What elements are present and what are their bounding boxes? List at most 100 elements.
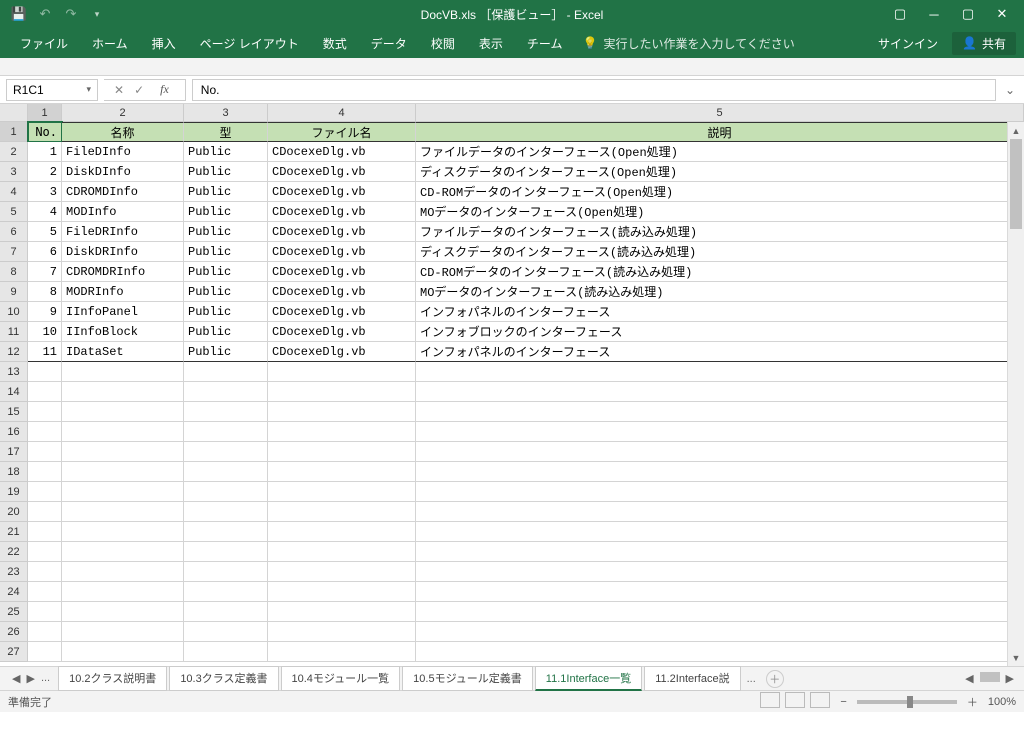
cell[interactable] xyxy=(62,482,184,502)
cell[interactable]: 4 xyxy=(28,202,62,222)
view-normal-icon[interactable] xyxy=(760,692,780,708)
cell[interactable] xyxy=(268,482,416,502)
cell[interactable]: CDocexeDlg.vb xyxy=(268,142,416,162)
cell[interactable]: 5 xyxy=(28,222,62,242)
hscroll-right-icon[interactable]: ▶ xyxy=(1006,672,1014,685)
hscroll-left-icon[interactable]: ◀ xyxy=(965,672,973,685)
cell[interactable] xyxy=(62,462,184,482)
chevron-down-icon[interactable]: ▾ xyxy=(86,84,91,95)
cell[interactable] xyxy=(416,362,1024,382)
save-icon[interactable]: 💾 xyxy=(10,5,28,23)
cell[interactable] xyxy=(268,462,416,482)
cell[interactable] xyxy=(416,502,1024,522)
cell[interactable] xyxy=(184,482,268,502)
cell[interactable]: 型 xyxy=(184,122,268,142)
tab-review[interactable]: 校閲 xyxy=(419,28,467,58)
row-header[interactable]: 6 xyxy=(0,222,28,242)
cell[interactable] xyxy=(268,362,416,382)
cell[interactable]: IDataSet xyxy=(62,342,184,362)
cell[interactable] xyxy=(268,622,416,642)
cell[interactable]: IInfoBlock xyxy=(62,322,184,342)
cell[interactable]: CD-ROMデータのインターフェース(読み込み処理) xyxy=(416,262,1024,282)
cell[interactable] xyxy=(62,622,184,642)
cell[interactable] xyxy=(28,402,62,422)
cell[interactable]: FileDInfo xyxy=(62,142,184,162)
cell[interactable] xyxy=(184,382,268,402)
row-header[interactable]: 27 xyxy=(0,642,28,662)
cell[interactable] xyxy=(62,442,184,462)
row-header[interactable]: 22 xyxy=(0,542,28,562)
cell[interactable] xyxy=(268,442,416,462)
select-all-corner[interactable] xyxy=(0,104,28,121)
cell[interactable] xyxy=(28,362,62,382)
cell[interactable] xyxy=(28,582,62,602)
cell[interactable]: MOデータのインターフェース(Open処理) xyxy=(416,202,1024,222)
col-header-1[interactable]: 1 xyxy=(28,104,62,121)
cell[interactable] xyxy=(416,462,1024,482)
tab-view[interactable]: 表示 xyxy=(467,28,515,58)
cell[interactable] xyxy=(268,502,416,522)
row-header[interactable]: 12 xyxy=(0,342,28,362)
cell[interactable] xyxy=(28,382,62,402)
view-page-break-icon[interactable] xyxy=(810,692,830,708)
redo-icon[interactable]: ↷ xyxy=(62,5,80,23)
cell[interactable]: 9 xyxy=(28,302,62,322)
tab-page-layout[interactable]: ページ レイアウト xyxy=(188,28,311,58)
cell[interactable] xyxy=(184,442,268,462)
scroll-thumb[interactable] xyxy=(1010,139,1022,229)
cell[interactable] xyxy=(416,542,1024,562)
cell[interactable] xyxy=(268,402,416,422)
cell[interactable]: DiskDInfo xyxy=(62,162,184,182)
cell[interactable]: Public xyxy=(184,162,268,182)
ribbon-display-icon[interactable]: ▢ xyxy=(892,6,908,22)
cell[interactable] xyxy=(184,582,268,602)
maximize-icon[interactable]: ▢ xyxy=(960,6,976,22)
zoom-level[interactable]: 100% xyxy=(988,696,1016,708)
cell[interactable] xyxy=(184,462,268,482)
cell[interactable]: インフォブロックのインターフェース xyxy=(416,322,1024,342)
cell[interactable] xyxy=(416,522,1024,542)
share-button[interactable]: 👤 共有 xyxy=(952,32,1016,55)
row-header[interactable]: 23 xyxy=(0,562,28,582)
cell[interactable] xyxy=(62,402,184,422)
row-header[interactable]: 14 xyxy=(0,382,28,402)
cell[interactable]: CD-ROMデータのインターフェース(Open処理) xyxy=(416,182,1024,202)
add-sheet-button[interactable]: ＋ xyxy=(766,670,784,688)
cell[interactable] xyxy=(62,422,184,442)
cell[interactable]: CDocexeDlg.vb xyxy=(268,302,416,322)
cell[interactable] xyxy=(184,522,268,542)
cell[interactable] xyxy=(28,522,62,542)
cell[interactable] xyxy=(184,642,268,662)
cell[interactable] xyxy=(268,542,416,562)
cell[interactable] xyxy=(416,622,1024,642)
cell[interactable]: Public xyxy=(184,302,268,322)
cell[interactable] xyxy=(416,642,1024,662)
sheet-tab[interactable]: 10.2クラス説明書 xyxy=(58,666,167,691)
cell[interactable] xyxy=(416,602,1024,622)
row-header[interactable]: 24 xyxy=(0,582,28,602)
formula-input[interactable] xyxy=(192,79,996,101)
col-header-5[interactable]: 5 xyxy=(416,104,1024,121)
cell[interactable]: CDROMDRInfo xyxy=(62,262,184,282)
name-box[interactable]: R1C1 ▾ xyxy=(6,79,98,101)
zoom-out-icon[interactable]: − xyxy=(840,696,846,708)
zoom-in-icon[interactable]: ＋ xyxy=(967,694,978,710)
tell-me[interactable]: 💡 実行したい作業を入力してください xyxy=(582,35,794,52)
cell[interactable] xyxy=(28,422,62,442)
tab-data[interactable]: データ xyxy=(359,28,419,58)
cell[interactable]: CDocexeDlg.vb xyxy=(268,282,416,302)
cancel-formula-icon[interactable]: ✕ xyxy=(114,83,124,97)
cell[interactable]: CDocexeDlg.vb xyxy=(268,162,416,182)
cell[interactable]: Public xyxy=(184,182,268,202)
cell[interactable]: 7 xyxy=(28,262,62,282)
cell[interactable] xyxy=(28,462,62,482)
tab-insert[interactable]: 挿入 xyxy=(140,28,188,58)
row-header[interactable]: 17 xyxy=(0,442,28,462)
cell[interactable] xyxy=(416,382,1024,402)
row-header[interactable]: 4 xyxy=(0,182,28,202)
row-header[interactable]: 2 xyxy=(0,142,28,162)
cell[interactable]: Public xyxy=(184,262,268,282)
cell[interactable] xyxy=(62,582,184,602)
cell[interactable] xyxy=(28,542,62,562)
col-header-3[interactable]: 3 xyxy=(184,104,268,121)
